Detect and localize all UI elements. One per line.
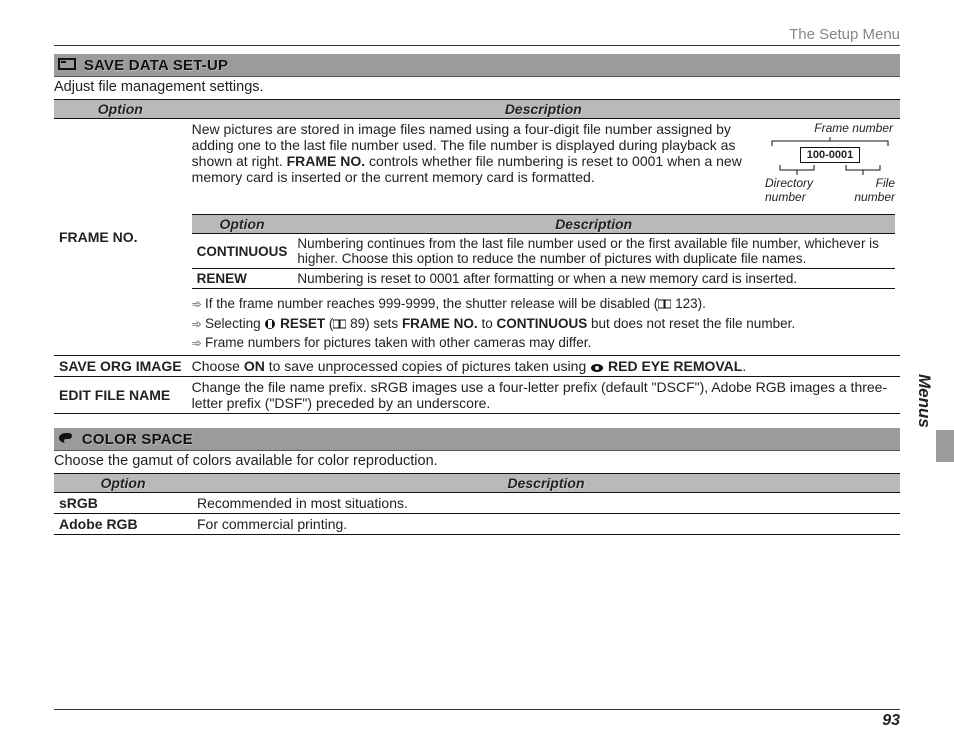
inner-col-desc: Description (292, 215, 895, 234)
col-description: Description (192, 473, 900, 492)
opt-desc-cell: Choose ON to save unprocessed copies of … (187, 356, 900, 377)
opt-label: FRAME NO. (54, 118, 187, 355)
frame-no-notes: If the frame number reaches 999-9999, th… (192, 295, 895, 352)
col-option: Option (54, 99, 187, 118)
section-intro: Adjust file management settings. (54, 79, 900, 95)
diagram-right-label: File number (854, 177, 895, 205)
table-header-row: Option Description (54, 99, 900, 118)
diagram-sample: 100-0001 (800, 147, 861, 163)
row-edit-file: EDIT FILE NAME Change the file name pref… (54, 377, 900, 414)
frame-no-desc: New pictures are stored in image files n… (192, 121, 742, 185)
palette-icon (58, 431, 74, 447)
opt-label: Adobe RGB (54, 513, 192, 534)
col-option: Option (54, 473, 192, 492)
row-adobe-rgb: Adobe RGB For commercial printing. (54, 513, 900, 534)
section-title: COLOR SPACE (82, 431, 193, 448)
row-srgb: sRGB Recommended in most situations. (54, 492, 900, 513)
opt-desc: Recommended in most situations. (192, 492, 900, 513)
page-header: The Setup Menu (54, 26, 900, 46)
wrench-icon (264, 318, 276, 330)
inner-row-renew: RENEW Numbering is reset to 0001 after f… (192, 269, 895, 289)
inner-opt-desc: Numbering is reset to 0001 after formatt… (292, 269, 895, 289)
opt-label: EDIT FILE NAME (54, 377, 187, 414)
diagram-left-label: Directory number (765, 177, 813, 205)
section-intro: Choose the gamut of colors available for… (54, 453, 900, 469)
chapter-title: The Setup Menu (789, 26, 900, 43)
col-description: Description (187, 99, 900, 118)
inner-col-option: Option (192, 215, 293, 234)
section-bar-save-data: SAVE DATA SET-UP (54, 54, 900, 77)
opt-label: sRGB (54, 492, 192, 513)
folder-icon (58, 57, 76, 73)
side-tab-label: Menus (912, 370, 936, 442)
row-frame-no: FRAME NO. Frame number 100-0001 (54, 118, 900, 355)
section-bar-color-space: COLOR SPACE (54, 428, 900, 451)
book-ref-icon (658, 299, 671, 309)
side-tab: Menus (912, 370, 936, 442)
page-number: 93 (54, 709, 900, 730)
section-title: SAVE DATA SET-UP (84, 57, 228, 74)
note-item: Selecting RESET ( 89) sets FRAME NO. to … (192, 315, 895, 333)
inner-opt-label: CONTINUOUS (192, 234, 293, 269)
diagram-top-label: Frame number (765, 121, 895, 135)
inner-opt-label: RENEW (192, 269, 293, 289)
frame-number-diagram: Frame number 100-0001 Directory (765, 121, 895, 205)
opt-label: SAVE ORG IMAGE (54, 356, 187, 377)
side-tab-mark (936, 430, 954, 462)
bracket-bottom-icon (770, 165, 890, 175)
inner-row-continuous: CONTINUOUS Numbering continues from the … (192, 234, 895, 269)
red-eye-icon (590, 363, 604, 373)
frame-no-inner-table: Option Description CONTINUOUS Numbering … (192, 214, 895, 289)
note-item: Frame numbers for pictures taken with ot… (192, 334, 895, 352)
save-data-table: Option Description FRAME NO. Frame numbe… (54, 99, 900, 414)
note-item: If the frame number reaches 999-9999, th… (192, 295, 895, 313)
color-space-table: Option Description sRGB Recommended in m… (54, 473, 900, 535)
table-header-row: Option Description (54, 473, 900, 492)
opt-desc-cell: Change the file name prefix. sRGB images… (187, 377, 900, 414)
opt-desc: For commercial printing. (192, 513, 900, 534)
bracket-top-icon (770, 137, 890, 147)
opt-desc-cell: Frame number 100-0001 Directory (187, 118, 900, 355)
inner-opt-desc: Numbering continues from the last file n… (292, 234, 895, 269)
row-save-org: SAVE ORG IMAGE Choose ON to save unproce… (54, 356, 900, 377)
book-ref-icon (333, 319, 346, 329)
manual-page: The Setup Menu SAVE DATA SET-UP Adjust f… (0, 0, 954, 535)
